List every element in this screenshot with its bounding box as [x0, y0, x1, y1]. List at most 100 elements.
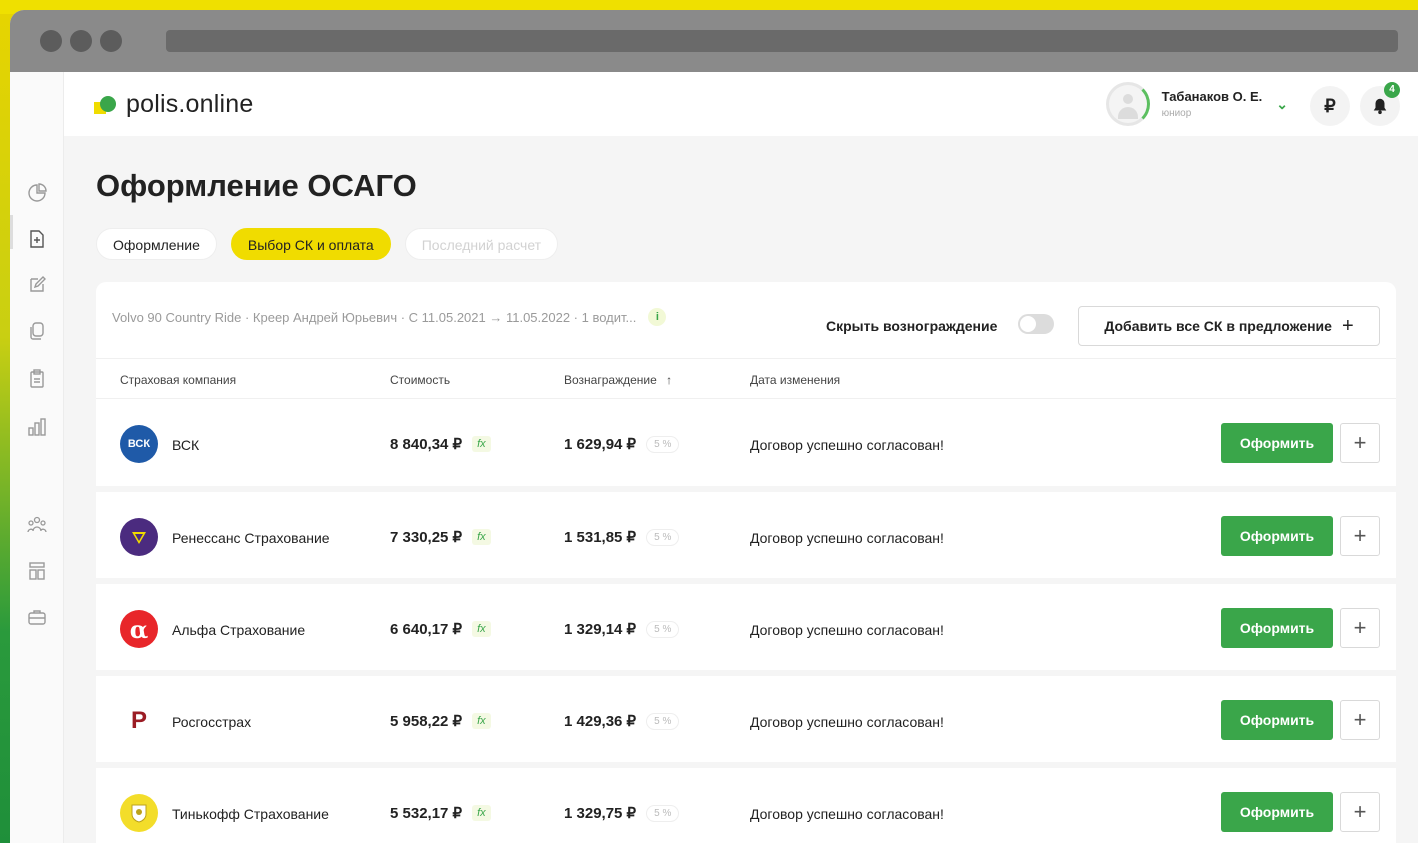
window-dot-maximize[interactable] [100, 30, 122, 52]
hide-reward-toggle[interactable] [1018, 314, 1054, 334]
table-row: ВСК ВСК 8 840,34 ₽ fx 1 629,94 ₽ 5 % Дог… [96, 398, 1396, 486]
reward-value: 1 629,94 ₽ [564, 436, 637, 453]
price: 8 840,34 ₽ fx [390, 435, 491, 453]
status-text: Договор успешно согласован! [750, 437, 944, 453]
reward-value: 1 329,75 ₽ [564, 805, 637, 822]
edit-icon[interactable] [26, 274, 48, 296]
vsk-logo-icon: ВСК [120, 425, 158, 463]
header-reward-label: Вознаграждение [564, 373, 657, 387]
renaissance-logo-icon [120, 518, 158, 556]
offers-card: Volvo 90 Country Ride · Креер Андрей Юрь… [96, 282, 1396, 843]
ruble-icon: ₽ [1324, 95, 1336, 116]
table-header: Страховая компания Стоимость Вознагражде… [96, 358, 1396, 398]
team-icon[interactable] [26, 514, 48, 536]
browser-titlebar [10, 10, 1418, 72]
company-name: Тинькофф Страхование [172, 806, 329, 822]
company-name: Альфа Страхование [172, 622, 306, 638]
reward: 1 429,36 ₽ 5 % [564, 712, 680, 730]
header-company[interactable]: Страховая компания [120, 373, 236, 387]
formula-icon[interactable]: fx [472, 713, 491, 729]
sidebar-active-indicator [10, 215, 13, 249]
add-to-offer-button[interactable]: + [1340, 516, 1380, 556]
header-date[interactable]: Дата изменения [750, 373, 840, 387]
formula-icon[interactable]: fx [472, 805, 491, 821]
add-all-companies-button[interactable]: Добавить все СК в предложение + [1078, 306, 1380, 346]
sidebar [10, 72, 64, 843]
order-button[interactable]: Оформить [1221, 700, 1333, 740]
formula-icon[interactable]: fx [472, 621, 491, 637]
user-info: Табанаков О. Е. юниор [1162, 89, 1263, 119]
notification-badge: 4 [1384, 82, 1400, 98]
price-value: 5 958,22 ₽ [390, 713, 463, 730]
table-row: Р Росгосстрах 5 958,22 ₽ fx 1 429,36 ₽ 5… [96, 670, 1396, 762]
layout-icon[interactable] [26, 560, 48, 582]
price-value: 8 840,34 ₽ [390, 436, 463, 453]
hide-reward-label: Скрыть вознограждение [826, 318, 998, 334]
table-row: α Альфа Страхование 6 640,17 ₽ fx 1 329,… [96, 578, 1396, 670]
browser-window: polis.online Табанаков О. Е. юниор ⌄ ₽ 4… [10, 10, 1418, 843]
reward-percent-badge: 5 % [646, 620, 680, 638]
page-title: Оформление ОСАГО [96, 168, 417, 203]
reward: 1 329,14 ₽ 5 % [564, 620, 680, 638]
price: 5 532,17 ₽ fx [390, 804, 491, 822]
price: 7 330,25 ₽ fx [390, 528, 491, 546]
app-logo[interactable]: polis.online [94, 90, 254, 119]
reward: 1 329,75 ₽ 5 % [564, 804, 680, 822]
order-button[interactable]: Оформить [1221, 608, 1333, 648]
new-document-icon[interactable] [26, 228, 48, 250]
order-button[interactable]: Оформить [1221, 423, 1333, 463]
address-bar[interactable] [166, 30, 1398, 52]
dashboard-icon[interactable] [26, 182, 48, 204]
tab-last-calculation[interactable]: Последний расчет [404, 228, 559, 260]
window-dot-close[interactable] [40, 30, 62, 52]
reward-value: 1 329,14 ₽ [564, 621, 637, 638]
formula-icon[interactable]: fx [472, 529, 491, 545]
user-menu[interactable]: Табанаков О. Е. юниор ⌄ [1105, 82, 1288, 126]
clipboard-icon[interactable] [26, 368, 48, 390]
company-name: Росгосстрах [172, 714, 252, 730]
add-to-offer-button[interactable]: + [1340, 700, 1380, 740]
table-row: Тинькофф Страхование 5 532,17 ₽ fx 1 329… [96, 762, 1396, 843]
reward-percent-badge: 5 % [646, 712, 680, 730]
user-role: юниор [1161, 108, 1192, 119]
alfa-logo-icon: α [120, 610, 158, 648]
formula-icon[interactable]: fx [472, 436, 491, 452]
bell-icon [1373, 98, 1387, 115]
price-value: 6 640,17 ₽ [390, 621, 463, 638]
notifications-button[interactable]: 4 [1360, 82, 1400, 126]
balance-button[interactable]: ₽ [1310, 86, 1350, 126]
table-row: Ренессанс Страхование 7 330,25 ₽ fx 1 53… [96, 486, 1396, 578]
reward: 1 531,85 ₽ 5 % [564, 528, 680, 546]
company-name: Ренессанс Страхование [172, 530, 330, 546]
reward-percent-badge: 5 % [646, 528, 680, 546]
tinkoff-logo-icon [120, 794, 158, 832]
order-button[interactable]: Оформить [1221, 792, 1333, 832]
policy-summary-text: Volvo 90 Country Ride · Креер Андрей Юрь… [112, 309, 637, 325]
price: 5 958,22 ₽ fx [390, 712, 491, 730]
add-to-offer-button[interactable]: + [1340, 608, 1380, 648]
sort-arrow-icon: ↑ [666, 373, 673, 387]
price-value: 5 532,17 ₽ [390, 805, 463, 822]
status-text: Договор успешно согласован! [750, 622, 944, 638]
header-price[interactable]: Стоимость [390, 373, 450, 387]
reward-percent-badge: 5 % [646, 435, 680, 453]
tab-select-company[interactable]: Выбор СК и оплата [230, 228, 391, 260]
copy-icon[interactable] [26, 320, 48, 342]
reward-value: 1 429,36 ₽ [564, 713, 637, 730]
add-to-offer-button[interactable]: + [1340, 792, 1380, 832]
window-dot-minimize[interactable] [70, 30, 92, 52]
add-to-offer-button[interactable]: + [1340, 423, 1380, 463]
order-button[interactable]: Оформить [1221, 516, 1333, 556]
header-reward[interactable]: Вознаграждение ↑ [564, 373, 672, 387]
policy-summary: Volvo 90 Country Ride · Креер Андрей Юрь… [112, 308, 667, 326]
price: 6 640,17 ₽ fx [390, 620, 491, 638]
chevron-down-icon[interactable]: ⌄ [1276, 96, 1288, 113]
logo-text: polis.online [126, 90, 254, 118]
tab-registration[interactable]: Оформление [96, 228, 217, 260]
analytics-icon[interactable] [26, 416, 48, 438]
avatar[interactable] [1105, 82, 1150, 126]
reward-percent-badge: 5 % [646, 804, 680, 822]
info-icon[interactable]: i [648, 308, 667, 326]
logo-mark-icon [94, 94, 118, 116]
briefcase-icon[interactable] [26, 606, 48, 628]
